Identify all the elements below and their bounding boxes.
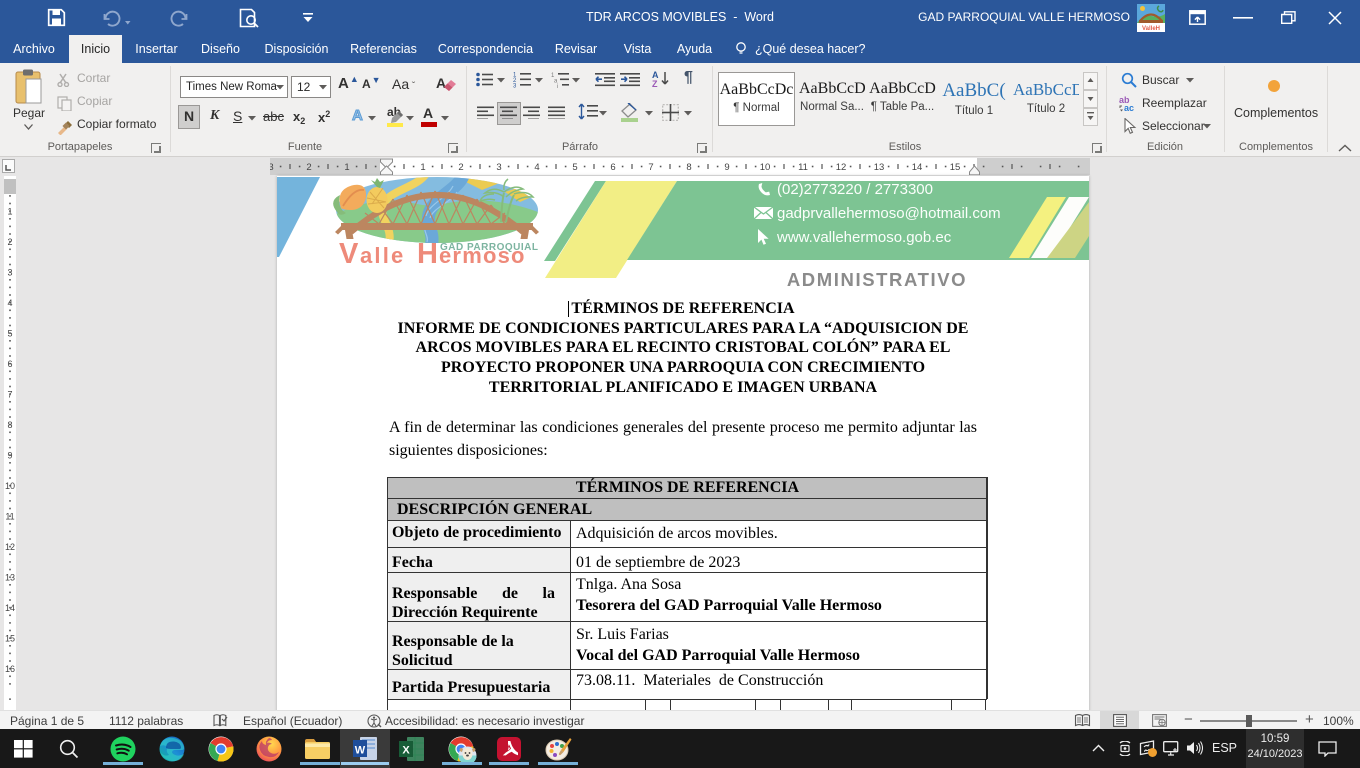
svg-text:6: 6: [610, 162, 615, 173]
svg-text:ADMINISTRATIVO: ADMINISTRATIVO: [787, 269, 967, 290]
svg-text:12: 12: [836, 162, 847, 173]
svg-text:i: i: [557, 84, 558, 88]
svg-text:13: 13: [874, 162, 885, 173]
svg-text:14: 14: [912, 162, 923, 173]
svg-text:X: X: [402, 745, 410, 757]
svg-text:www.vallehermoso.gob.ec: www.vallehermoso.gob.ec: [776, 229, 952, 246]
svg-text:3: 3: [513, 84, 517, 89]
svg-text:(02)2773220 / 2773300: (02)2773220 / 2773300: [777, 181, 933, 198]
svg-text:2: 2: [306, 162, 311, 173]
svg-text:5: 5: [572, 162, 577, 173]
svg-text:7: 7: [648, 162, 653, 173]
svg-text:15: 15: [950, 162, 961, 173]
svg-text:H: H: [417, 238, 438, 270]
svg-text:GAD PARROQUIAL: GAD PARROQUIAL: [440, 242, 538, 253]
svg-text:Z: Z: [652, 79, 658, 88]
svg-text:ValleH: ValleH: [1142, 26, 1160, 32]
svg-text:8: 8: [686, 162, 691, 173]
svg-text:alle: alle: [360, 243, 406, 268]
svg-text:4: 4: [534, 162, 539, 173]
svg-text:V: V: [339, 238, 359, 270]
svg-text:10: 10: [760, 162, 771, 173]
svg-text:1: 1: [344, 162, 349, 173]
svg-text:gadprvallehermoso@hotmail.com: gadprvallehermoso@hotmail.com: [777, 205, 1001, 222]
svg-text:9: 9: [724, 162, 729, 173]
svg-text:3: 3: [496, 162, 501, 173]
svg-text:ac: ac: [1124, 103, 1134, 112]
svg-text:2: 2: [458, 162, 463, 173]
svg-text:11: 11: [798, 162, 808, 173]
svg-text:3: 3: [270, 162, 274, 173]
svg-text:W: W: [355, 745, 366, 757]
svg-text:1: 1: [420, 162, 425, 173]
